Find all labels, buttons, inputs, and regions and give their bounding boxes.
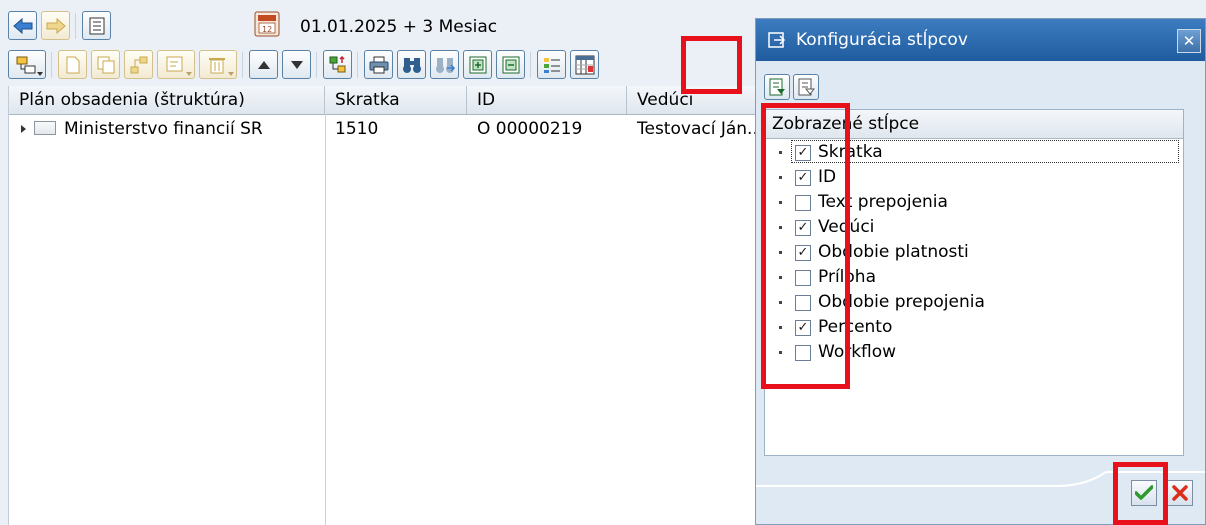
collapse-button[interactable] xyxy=(496,50,525,79)
move-up-button[interactable] xyxy=(249,50,278,79)
collapse-node-icon xyxy=(502,56,519,73)
dialog-window-icon xyxy=(768,32,786,48)
highlight-box-config-button xyxy=(681,36,742,94)
dropdown-arrow-icon xyxy=(37,72,43,76)
structure-dropdown-button[interactable] xyxy=(8,50,46,79)
separator xyxy=(75,12,79,39)
triangle-up-icon xyxy=(257,60,270,69)
close-button[interactable]: ✕ xyxy=(1177,29,1201,53)
find-next-button[interactable] xyxy=(430,50,459,79)
sort-structure-icon xyxy=(329,55,345,72)
document-icon xyxy=(66,56,79,73)
arrow-left-icon xyxy=(12,17,32,34)
deselect-all-button[interactable] xyxy=(793,74,819,100)
expand-arrow-icon[interactable] xyxy=(21,125,26,133)
forward-button[interactable] xyxy=(41,11,70,40)
edit-dropdown-button[interactable] xyxy=(157,50,195,79)
column-header-skratka[interactable]: Skratka xyxy=(325,86,467,114)
edit-form-icon xyxy=(166,56,183,71)
expand-button[interactable] xyxy=(463,50,492,79)
svg-text:12: 12 xyxy=(262,25,272,34)
close-icon: ✕ xyxy=(1182,32,1196,50)
toolbar-row-1 xyxy=(8,11,115,40)
separator xyxy=(357,51,361,78)
org-unit-name[interactable]: Ministerstvo financií SR xyxy=(64,119,263,139)
dropdown-arrow-icon xyxy=(228,72,234,76)
table-header: Plán obsadenia (štruktúra) Skratka ID Ve… xyxy=(9,86,761,115)
trash-icon xyxy=(209,57,225,73)
org-structure-table: Plán obsadenia (štruktúra) Skratka ID Ve… xyxy=(8,86,761,525)
triangle-down-icon xyxy=(290,60,303,69)
column-divider xyxy=(325,114,326,525)
binoculars-next-icon xyxy=(435,57,455,73)
dialog-title-bar[interactable]: Konfigurácia stĺpcov ✕ xyxy=(756,19,1205,61)
dialog-title: Konfigurácia stĺpcov xyxy=(796,30,968,50)
expand-node-icon xyxy=(469,56,486,73)
calendar-button[interactable]: 12 xyxy=(254,11,280,42)
list-button[interactable] xyxy=(82,11,111,40)
separator xyxy=(530,51,534,78)
color-legend-icon xyxy=(543,57,560,73)
deselect-all-icon xyxy=(798,78,815,96)
color-legend-button[interactable] xyxy=(537,50,566,79)
copy-icon xyxy=(97,56,114,73)
column-configuration-button[interactable] xyxy=(570,50,599,79)
cancel-x-icon xyxy=(1172,485,1188,501)
list-icon xyxy=(89,17,104,34)
move-down-button[interactable] xyxy=(282,50,311,79)
column-header-plan[interactable]: Plán obsadenia (štruktúra) xyxy=(9,86,325,114)
find-button[interactable] xyxy=(397,50,426,79)
toolbar-row-2 xyxy=(8,50,603,79)
cell-skratka: 1510 xyxy=(335,119,379,139)
select-all-button[interactable] xyxy=(764,74,790,100)
relate-button[interactable] xyxy=(124,50,153,79)
highlight-box-checkboxes xyxy=(761,103,850,389)
column-header-id[interactable]: ID xyxy=(467,86,627,114)
separator xyxy=(51,51,55,78)
org-unit-icon xyxy=(34,121,56,135)
copy-button[interactable] xyxy=(91,50,120,79)
dialog-toolbar xyxy=(764,74,822,100)
cell-veduci: Testovací Ján... xyxy=(637,119,761,139)
separator xyxy=(316,51,320,78)
table-row[interactable]: Ministerstvo financií SR xyxy=(9,116,325,142)
cell-id: O 00000219 xyxy=(477,119,583,139)
separator xyxy=(242,51,246,78)
link-objects-icon xyxy=(130,56,147,73)
print-button[interactable] xyxy=(364,50,393,79)
arrow-right-icon xyxy=(46,17,66,34)
highlight-box-confirm xyxy=(1113,462,1168,525)
new-document-button[interactable] xyxy=(58,50,87,79)
dropdown-arrow-icon xyxy=(186,72,192,76)
sort-button[interactable] xyxy=(323,50,352,79)
printer-icon xyxy=(369,56,388,73)
column-config-icon xyxy=(575,55,594,74)
calendar-icon: 12 xyxy=(254,11,280,37)
binoculars-icon xyxy=(402,57,421,73)
select-all-icon xyxy=(769,78,785,96)
hierarchy-icon xyxy=(16,56,36,73)
date-range-text: 01.01.2025 + 3 Mesiac xyxy=(300,17,498,37)
back-button[interactable] xyxy=(8,11,37,40)
delete-dropdown-button[interactable] xyxy=(199,50,237,79)
cancel-button[interactable] xyxy=(1167,480,1193,506)
